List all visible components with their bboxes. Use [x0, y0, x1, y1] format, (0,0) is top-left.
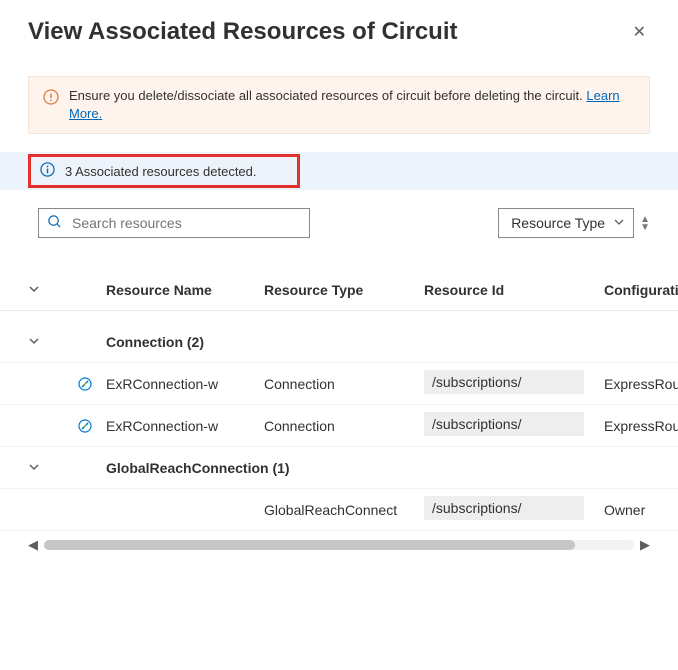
- panel-title: View Associated Resources of Circuit: [28, 18, 457, 46]
- warning-banner: Ensure you delete/dissociate all associa…: [28, 76, 650, 134]
- sort-toggle[interactable]: ▲ ▼: [640, 216, 650, 231]
- cell-name: ExRConnection-w: [106, 376, 264, 392]
- cell-type: Connection: [264, 376, 424, 392]
- info-bar: 3 Associated resources detected.: [0, 152, 678, 190]
- connection-icon: [64, 376, 106, 392]
- connection-icon: [64, 418, 106, 434]
- cell-id[interactable]: /subscriptions/: [424, 496, 584, 520]
- scroll-track[interactable]: [44, 540, 634, 550]
- expand-all-toggle[interactable]: [28, 282, 64, 298]
- col-resource-id[interactable]: Resource Id: [424, 282, 604, 298]
- close-icon[interactable]: ✕: [629, 18, 650, 46]
- filter-label: Resource Type: [511, 215, 605, 231]
- table-row[interactable]: ExRConnection-w Connection /subscription…: [0, 363, 678, 405]
- chevron-down-icon: [28, 334, 64, 350]
- search-box[interactable]: [38, 208, 310, 238]
- cell-name: ExRConnection-w: [106, 418, 264, 434]
- col-configuration[interactable]: Configuration: [604, 282, 678, 298]
- chevron-down-icon: [613, 215, 625, 231]
- sort-down-icon: ▼: [640, 224, 650, 231]
- info-text: 3 Associated resources detected.: [65, 164, 257, 179]
- scroll-right-icon[interactable]: ▶: [640, 537, 650, 553]
- cell-config: ExpressRoute: [604, 376, 678, 392]
- scroll-thumb[interactable]: [44, 540, 575, 550]
- cell-id[interactable]: /subscriptions/: [424, 412, 584, 436]
- cell-type: Connection: [264, 418, 424, 434]
- chevron-down-icon: [28, 460, 64, 476]
- group-header[interactable]: Connection (2): [0, 321, 678, 363]
- group-name: Connection (2): [106, 334, 678, 350]
- resources-table: Resource Name Resource Type Resource Id …: [0, 282, 678, 553]
- table-row[interactable]: GlobalReachConnect /subscriptions/ Owner: [0, 489, 678, 531]
- scroll-left-icon[interactable]: ◀: [28, 537, 38, 553]
- cell-config: Owner: [604, 502, 678, 518]
- horizontal-scrollbar[interactable]: ◀ ▶: [0, 531, 678, 553]
- col-resource-name[interactable]: Resource Name: [106, 282, 264, 298]
- search-icon: [47, 214, 62, 232]
- table-row[interactable]: ExRConnection-w Connection /subscription…: [0, 405, 678, 447]
- warning-text: Ensure you delete/dissociate all associa…: [69, 87, 635, 123]
- cell-id[interactable]: /subscriptions/: [424, 370, 584, 394]
- group-name: GlobalReachConnection (1): [106, 460, 678, 476]
- info-icon: [40, 162, 55, 180]
- cell-type: GlobalReachConnect: [264, 502, 424, 518]
- col-resource-type[interactable]: Resource Type: [264, 282, 424, 298]
- resource-type-filter[interactable]: Resource Type: [498, 208, 634, 238]
- warning-icon: [43, 89, 59, 110]
- group-header[interactable]: GlobalReachConnection (1): [0, 447, 678, 489]
- cell-config: ExpressRoute: [604, 418, 678, 434]
- search-input[interactable]: [72, 215, 301, 231]
